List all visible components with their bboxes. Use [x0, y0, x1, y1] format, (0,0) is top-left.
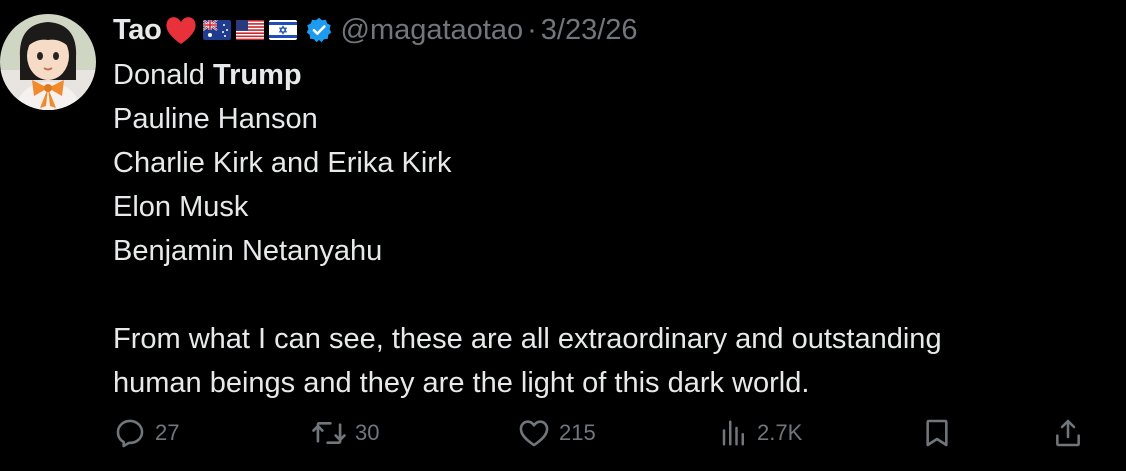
paragraph-break — [113, 273, 1113, 317]
tweet-line-regular: Donald — [113, 59, 213, 91]
share-button[interactable] — [1052, 413, 1084, 453]
repost-count: 30 — [355, 420, 380, 445]
tweet-line: Donald Trump — [113, 53, 1113, 97]
tweet-line: Pauline Hanson — [113, 103, 318, 135]
tweet-line: Charlie Kirk and Erika Kirk — [113, 147, 452, 179]
tweet-paragraph-line: From what I can see, these are all extra… — [113, 323, 942, 355]
australia-flag-icon — [202, 20, 231, 40]
user-handle[interactable]: @magataotao — [341, 14, 524, 47]
reply-count: 27 — [155, 420, 180, 445]
bookmark-icon — [921, 416, 953, 450]
share-icon — [1052, 416, 1084, 450]
repost-button[interactable]: 30 — [311, 413, 379, 453]
like-button[interactable]: 215 — [517, 413, 596, 453]
like-icon — [517, 416, 551, 450]
tweet-date[interactable]: 3/23/26 — [541, 14, 638, 47]
tweet-line-bold: Trump — [212, 59, 302, 91]
reply-icon — [113, 416, 147, 450]
repost-icon — [311, 416, 347, 450]
heart-emoji-icon — [164, 14, 198, 46]
tweet-line: Elon Musk — [113, 191, 249, 223]
verified-badge-icon[interactable] — [305, 16, 333, 44]
views-button[interactable]: 2.7K — [719, 413, 802, 453]
reply-button[interactable]: 27 — [113, 413, 179, 453]
bookmark-button[interactable] — [921, 413, 953, 453]
display-name[interactable]: Tao — [113, 14, 162, 47]
avatar[interactable] — [0, 10, 96, 114]
israel-flag-icon — [268, 20, 297, 40]
tweet-paragraph-line: human beings and they are the light of t… — [113, 367, 810, 399]
usa-flag-icon — [235, 20, 264, 40]
tweet-text: Donald Trump Pauline Hanson Charlie Kirk… — [113, 53, 1113, 405]
action-bar: 27 30 215 2.7K — [113, 413, 1093, 453]
like-count: 215 — [559, 420, 596, 445]
views-count: 2.7K — [757, 420, 803, 445]
tweet-line: Benjamin Netanyahu — [113, 235, 383, 267]
header-separator: · — [527, 13, 537, 46]
views-icon — [719, 418, 749, 448]
tweet-header: Tao @magataotao · 3/23/26 — [113, 12, 638, 48]
